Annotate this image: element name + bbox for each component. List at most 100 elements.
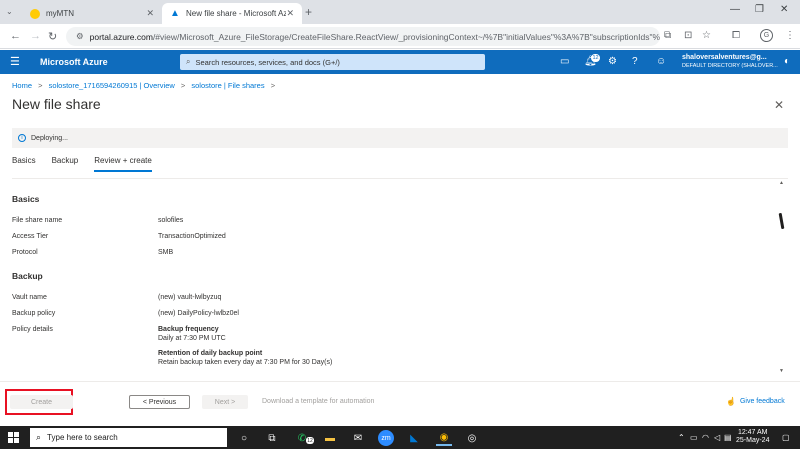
tab-basics[interactable]: Basics	[12, 156, 36, 172]
portal-menu-icon[interactable]: ☰	[10, 55, 20, 68]
url-domain: portal.azure.com	[89, 31, 153, 42]
breadcrumb-overview[interactable]: solostore_1716594260915 | Overview	[49, 81, 175, 90]
site-info-icon[interactable]: ⚙	[76, 31, 84, 42]
browser-tab-mymtn[interactable]: myMTN ✕	[22, 3, 162, 24]
basics-heading: Basics	[12, 194, 40, 204]
cortana-icon[interactable]: ○	[236, 430, 252, 446]
notifications-center-icon[interactable]: ▢	[782, 433, 790, 442]
new-tab-icon[interactable]: +	[305, 5, 312, 19]
browser-tab-new-file-share[interactable]: ▲ New file share - Microsoft Azu ✕	[162, 3, 302, 24]
breadcrumb-file-shares[interactable]: solostore | File shares	[191, 81, 264, 90]
bookmark-star-icon[interactable]: ☆	[702, 30, 711, 41]
cloud-shell-icon[interactable]: ▭	[560, 56, 569, 67]
taskbar-search-input[interactable]: ⌕ Type here to search	[30, 428, 227, 447]
browser-tab-strip: ⌄ myMTN ✕ ▲ New file share - Microsoft A…	[0, 0, 800, 24]
cast-icon[interactable]: ⧉	[664, 30, 671, 41]
search-icon: ⌕	[186, 57, 191, 66]
search-placeholder: Search resources, services, and docs (G+…	[195, 57, 340, 67]
page-title: New file share	[12, 96, 101, 112]
content-scrollbar[interactable]: ▲ ▼	[778, 180, 786, 376]
breadcrumb-separator: >	[270, 81, 276, 90]
mtn-favicon	[30, 8, 40, 19]
notification-badge: 12	[591, 54, 600, 62]
azure-favicon: ▲	[170, 7, 180, 19]
profile-avatar[interactable]: G	[760, 29, 773, 42]
taskbar-search-placeholder: Type here to search	[47, 433, 118, 442]
breadcrumb-separator: >	[38, 81, 43, 90]
close-tab-icon[interactable]: ✕	[146, 8, 154, 19]
browser-toolbar: ← → ↻ ⚙ portal.azure.com/#view/Microsoft…	[0, 24, 800, 49]
backup-frequency-value: Daily at 7:30 PM UTC	[158, 335, 226, 342]
download-template-link[interactable]: Download a template for automation	[262, 398, 374, 405]
next-button[interactable]: Next >	[202, 395, 248, 409]
taskbar-clock[interactable]: 12:47 AM 25-May-24	[736, 429, 769, 445]
azure-brand[interactable]: Microsoft Azure	[40, 57, 108, 67]
deploying-banner: i Deploying...	[12, 128, 788, 148]
row-value: solofiles	[158, 217, 184, 224]
browser-tab-title: New file share - Microsoft Azu	[186, 9, 286, 18]
scroll-thumb[interactable]	[778, 212, 785, 230]
breadcrumb-separator: >	[180, 81, 186, 90]
account-menu[interactable]: shaloversalventures@g... DEFAULT DIRECTO…	[682, 54, 778, 70]
tabs-divider	[12, 178, 788, 179]
wizard-tabs: Basics Backup Review + create	[12, 156, 168, 172]
reload-icon[interactable]: ↻	[48, 30, 57, 43]
tab-search-icon[interactable]: ⌄	[6, 7, 13, 16]
account-directory: DEFAULT DIRECTORY (SHALOVER...	[682, 63, 778, 69]
screenshot-icon[interactable]: ⊡	[684, 30, 692, 41]
wifi-icon[interactable]: ◠	[702, 433, 709, 442]
scroll-down-icon[interactable]: ▼	[779, 368, 784, 374]
footer-divider	[0, 381, 800, 382]
file-explorer-icon[interactable]: ▬	[322, 430, 338, 446]
forward-icon[interactable]: →	[30, 30, 41, 42]
browser-tab-title: myMTN	[46, 9, 74, 18]
zoom-icon[interactable]: zm	[378, 430, 394, 446]
volume-icon[interactable]: ◁	[714, 433, 720, 442]
row-key: Policy details	[12, 326, 53, 333]
obs-icon[interactable]: ◎	[464, 430, 480, 446]
minimize-icon[interactable]: —	[730, 4, 740, 15]
settings-gear-icon[interactable]: ⚙	[608, 56, 617, 67]
mail-icon[interactable]: ✉	[350, 430, 366, 446]
chrome-icon[interactable]: ◉	[436, 430, 452, 446]
clock-time: 12:47 AM	[737, 429, 768, 436]
language-icon[interactable]: ▤	[724, 433, 732, 442]
help-icon[interactable]: ?	[632, 56, 638, 67]
row-key: Access Tier	[12, 233, 49, 240]
azure-top-bar: ☰ Microsoft Azure ⌕ Search resources, se…	[0, 50, 800, 74]
retention-value: Retain backup taken every day at 7:30 PM…	[158, 359, 333, 366]
account-avatar-icon[interactable]: ◐	[784, 56, 790, 67]
tab-review-create[interactable]: Review + create	[94, 156, 152, 172]
close-window-icon[interactable]: ✕	[780, 4, 788, 15]
row-key: File share name	[12, 217, 63, 224]
address-bar[interactable]: ⚙ portal.azure.com/#view/Microsoft_Azure…	[66, 27, 660, 46]
row-key: Vault name	[12, 294, 47, 301]
scroll-up-icon[interactable]: ▲	[779, 180, 784, 186]
tab-backup[interactable]: Backup	[52, 156, 79, 172]
banner-text: Deploying...	[31, 134, 68, 142]
network-icon[interactable]: ▭	[690, 433, 698, 442]
row-value: TransactionOptimized	[158, 233, 226, 240]
extensions-icon[interactable]: ⧠	[732, 30, 740, 41]
menu-dots-icon[interactable]: ⋮	[785, 30, 795, 41]
restore-icon[interactable]: ❐	[755, 4, 764, 15]
give-feedback-link[interactable]: ☝ Give feedback	[726, 397, 785, 406]
feedback-person-icon[interactable]: ☺	[656, 56, 666, 67]
account-email: shaloversalventures@g...	[682, 54, 767, 61]
breadcrumb-home[interactable]: Home	[12, 81, 32, 90]
close-tab-icon[interactable]: ✕	[286, 8, 294, 19]
back-icon[interactable]: ←	[10, 30, 21, 42]
task-view-icon[interactable]: ⧉	[264, 430, 280, 446]
azure-search-input[interactable]: ⌕ Search resources, services, and docs (…	[180, 54, 485, 70]
app-icon[interactable]: ◣	[406, 430, 422, 446]
tray-chevron-icon[interactable]: ⌃	[678, 433, 685, 442]
whatsapp-badge: 12	[306, 437, 314, 444]
close-icon[interactable]: ✕	[774, 98, 784, 112]
windows-start-icon[interactable]	[8, 432, 19, 443]
create-button[interactable]: Create	[10, 395, 73, 409]
feedback-icon: ☝	[726, 397, 736, 406]
policy-details: Backup frequency Daily at 7:30 PM UTC Re…	[158, 325, 332, 367]
previous-button[interactable]: < Previous	[129, 395, 190, 409]
backup-heading: Backup	[12, 271, 43, 281]
windows-taskbar: ⌕ Type here to search ○ ⧉ ✆ ▬ ✉ zm ◣ ◉ ◎…	[0, 426, 800, 449]
